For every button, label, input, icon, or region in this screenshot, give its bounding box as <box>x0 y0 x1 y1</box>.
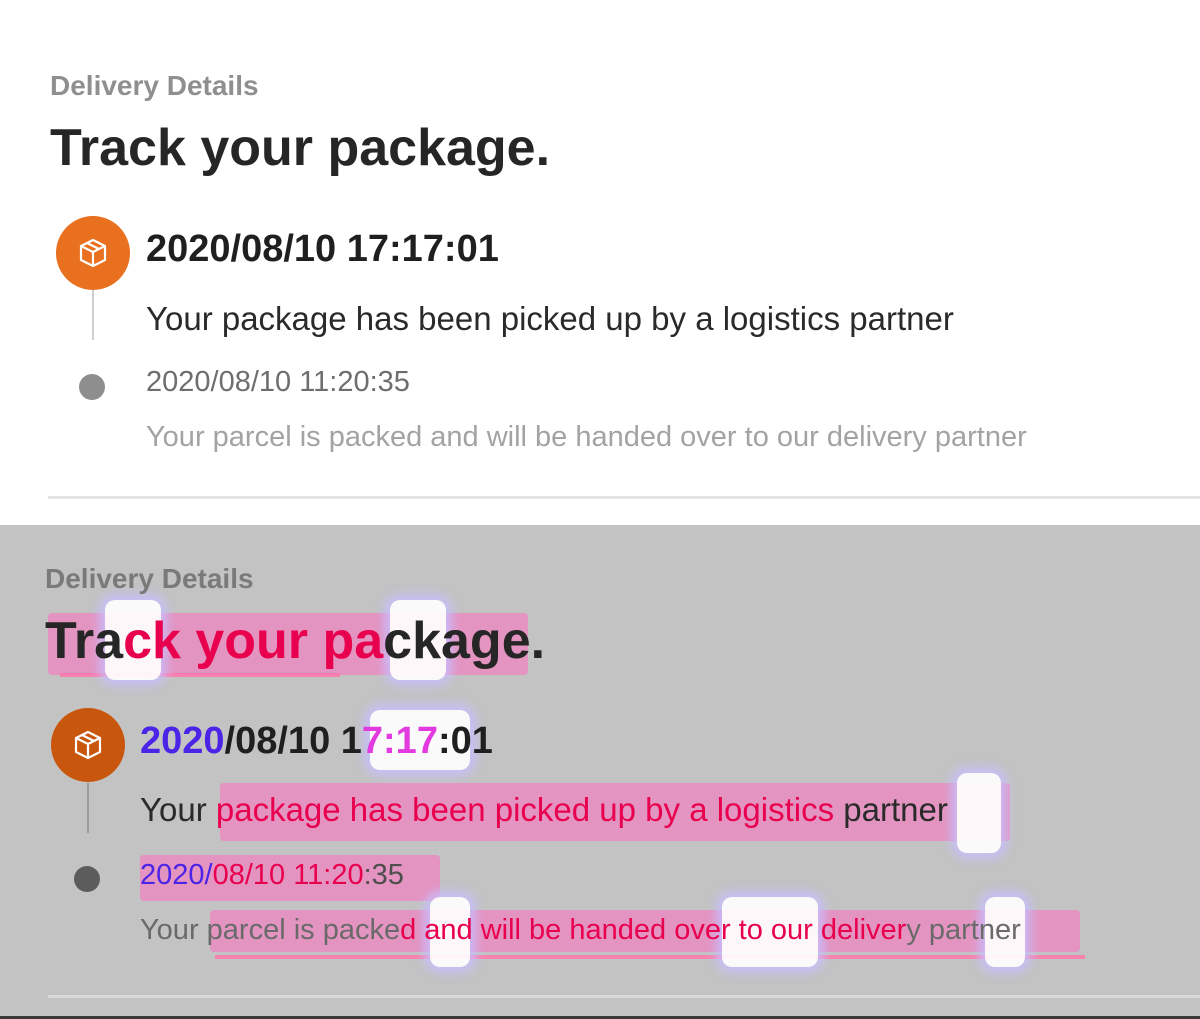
timeline-event-icon <box>51 708 125 782</box>
event-timestamp: 2020/08/10 11:20:35 <box>146 366 410 398</box>
highlight-underline <box>60 673 340 677</box>
event-description: Your package has been picked up by a log… <box>140 791 948 828</box>
event-description: Your parcel is packed and will be handed… <box>146 421 1027 453</box>
package-icon <box>79 238 107 268</box>
timeline-event-icon <box>56 216 130 290</box>
timeline-connector <box>87 783 89 833</box>
timeline-dot-icon <box>79 374 105 400</box>
event-description: Your parcel is packed and will be handed… <box>140 914 1021 946</box>
timeline-dot-icon <box>74 866 100 892</box>
tracking-card-highlighted: Delivery Details Track your package. 202… <box>0 525 1200 1019</box>
section-eyebrow: Delivery Details <box>50 70 259 101</box>
section-eyebrow: Delivery Details <box>45 563 254 594</box>
event-timestamp: 2020/08/10 17:17:01 <box>140 720 493 762</box>
tracking-card-top: Delivery Details Track your package. 202… <box>0 0 1200 525</box>
event-timestamp: 2020/08/10 17:17:01 <box>146 228 499 270</box>
highlight-mark <box>957 773 1001 853</box>
package-icon <box>74 730 102 760</box>
divider <box>48 995 1200 998</box>
divider <box>48 496 1200 499</box>
event-timestamp: 2020/08/10 11:20:35 <box>140 859 404 891</box>
highlight-underline <box>215 955 1085 959</box>
event-description: Your package has been picked up by a log… <box>146 300 954 337</box>
page-title: Track your package. <box>45 612 546 670</box>
page-title: Track your package. <box>50 119 551 177</box>
timeline-connector <box>92 290 94 340</box>
